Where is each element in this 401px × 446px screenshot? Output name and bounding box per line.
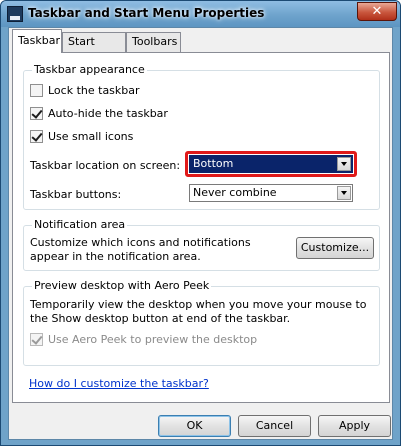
group-title-notification: Notification area xyxy=(32,218,128,231)
chevron-down-icon[interactable] xyxy=(337,186,351,200)
title-bar[interactable]: Taskbar and Start Menu Properties ✕ xyxy=(1,1,400,27)
taskbar-buttons-label: Taskbar buttons: xyxy=(30,188,122,201)
lock-taskbar-checkbox[interactable] xyxy=(30,84,43,97)
tab-start-menu[interactable]: Start Menu xyxy=(62,32,126,66)
autohide-taskbar-label: Auto-hide the taskbar xyxy=(48,107,168,120)
small-icons-checkbox[interactable] xyxy=(30,130,43,143)
taskbar-buttons-select[interactable]: Never combine xyxy=(189,184,353,202)
peek-description: Temporarily view the desktop when you mo… xyxy=(30,298,367,325)
aero-peek-label: Use Aero Peek to preview the desktop xyxy=(48,333,258,346)
aero-peek-group: Preview desktop with Aero Peek Temporari… xyxy=(23,279,380,366)
taskbar-appearance-group: Taskbar appearance Lock the taskbar Auto… xyxy=(23,63,380,210)
help-link[interactable]: How do I customize the taskbar? xyxy=(29,377,209,390)
customize-button[interactable]: Customize... xyxy=(296,237,374,259)
cancel-button[interactable]: Cancel xyxy=(238,415,311,437)
aero-peek-checkbox xyxy=(30,333,43,346)
notification-description: Customize which icons and notifications … xyxy=(30,236,251,263)
lock-taskbar-row[interactable]: Lock the taskbar xyxy=(30,84,140,97)
autohide-taskbar-row[interactable]: Auto-hide the taskbar xyxy=(30,107,168,120)
group-title-peek: Preview desktop with Aero Peek xyxy=(32,279,212,292)
dialog-client-area: Taskbar Start Menu Toolbars Taskbar appe… xyxy=(8,27,393,440)
aero-peek-row: Use Aero Peek to preview the desktop xyxy=(30,333,257,346)
apply-button[interactable]: Apply xyxy=(318,415,391,437)
tab-toolbars[interactable]: Toolbars xyxy=(126,32,181,52)
taskbar-location-value: Bottom xyxy=(193,157,234,170)
lock-taskbar-label: Lock the taskbar xyxy=(48,84,140,97)
tab-taskbar[interactable]: Taskbar xyxy=(12,29,62,53)
taskbar-app-icon xyxy=(7,6,23,22)
small-icons-row[interactable]: Use small icons xyxy=(30,130,133,143)
taskbar-buttons-value: Never combine xyxy=(193,186,277,199)
properties-window: Taskbar and Start Menu Properties ✕ Task… xyxy=(0,0,401,446)
close-button[interactable]: ✕ xyxy=(357,2,397,21)
group-title-appearance: Taskbar appearance xyxy=(32,63,147,76)
taskbar-tab-panel: Taskbar appearance Lock the taskbar Auto… xyxy=(12,52,390,403)
notification-area-group: Notification area Customize which icons … xyxy=(23,218,380,271)
ok-button[interactable]: OK xyxy=(158,415,231,437)
window-title: Taskbar and Start Menu Properties xyxy=(28,6,265,20)
autohide-taskbar-checkbox[interactable] xyxy=(30,107,43,120)
chevron-down-icon[interactable] xyxy=(337,157,351,171)
taskbar-location-label: Taskbar location on screen: xyxy=(30,159,181,172)
taskbar-location-select[interactable]: Bottom xyxy=(189,155,353,173)
small-icons-label: Use small icons xyxy=(48,130,134,143)
